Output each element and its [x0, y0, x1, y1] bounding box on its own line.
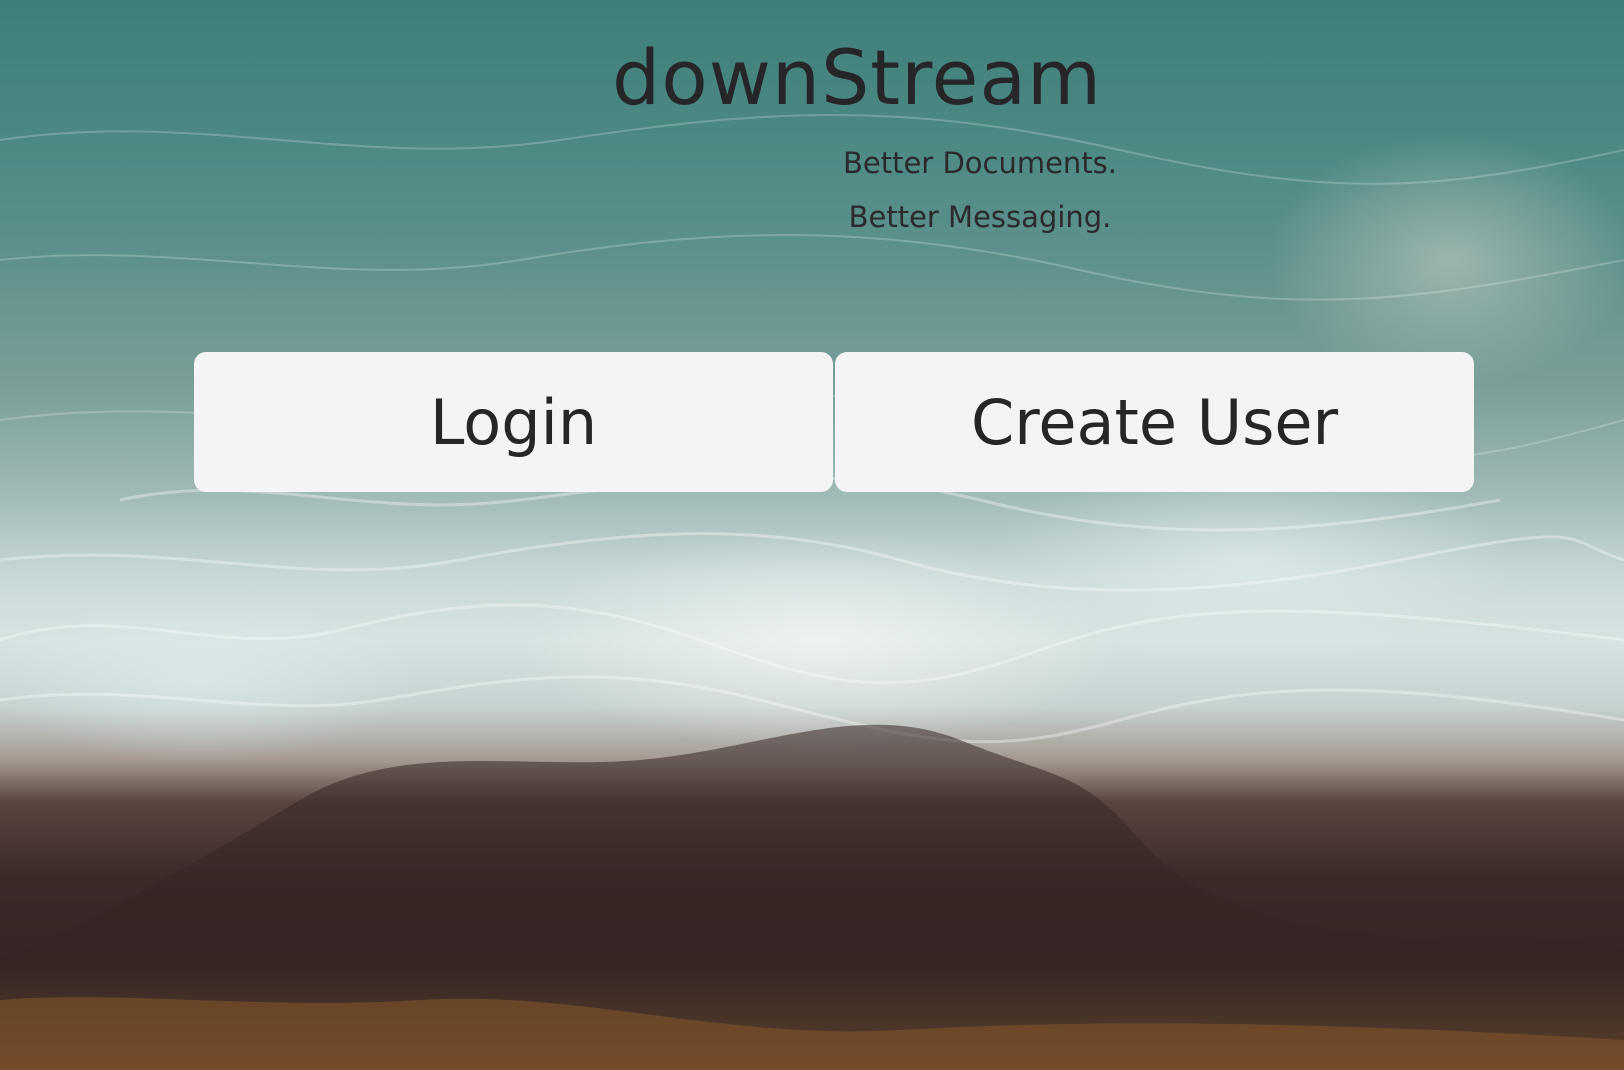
- ocean-background: downStream Better Documents. Better Mess…: [0, 0, 1624, 1070]
- app-title: downStream: [612, 33, 1103, 122]
- create-user-button[interactable]: Create User: [835, 352, 1474, 492]
- login-button[interactable]: Login: [194, 352, 833, 492]
- tagline-messaging: Better Messaging.: [848, 200, 1112, 234]
- tagline-documents: Better Documents.: [842, 146, 1118, 180]
